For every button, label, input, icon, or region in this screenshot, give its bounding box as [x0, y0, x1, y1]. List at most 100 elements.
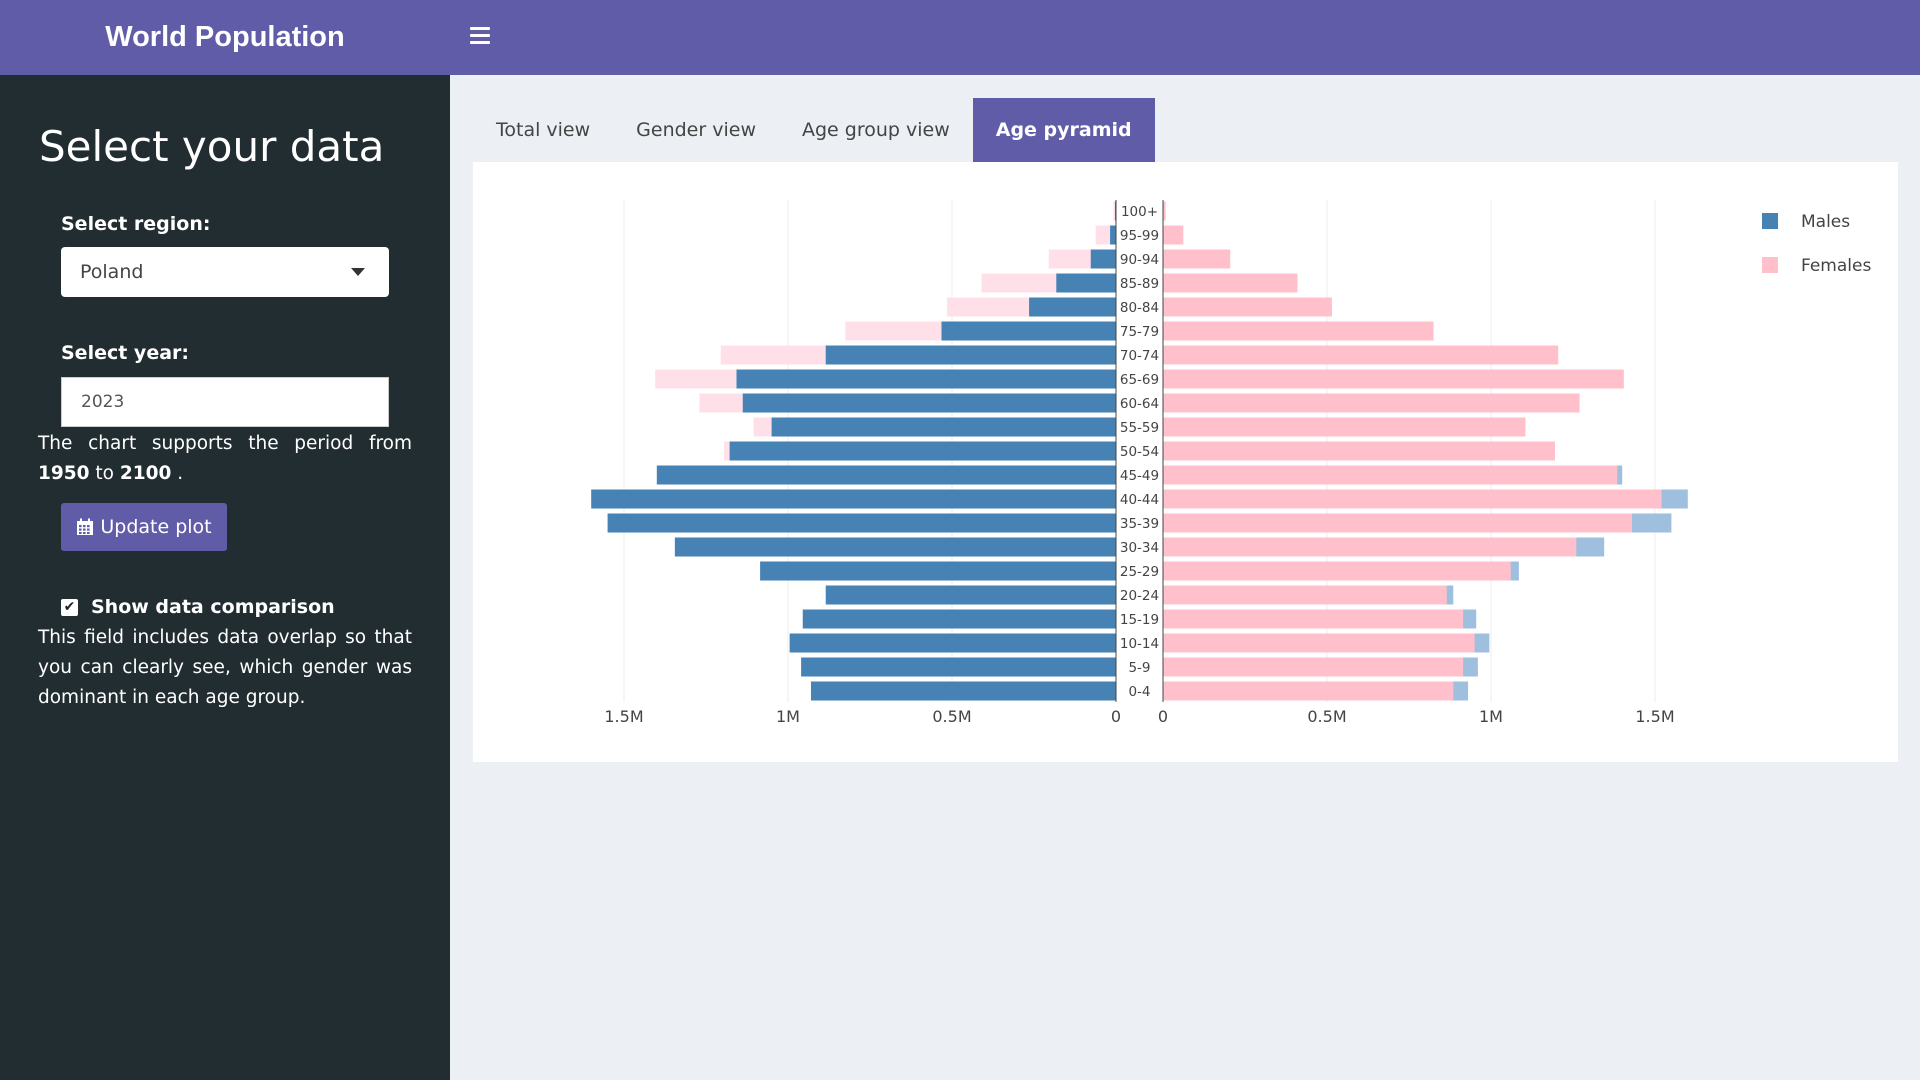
- tab-gender-view[interactable]: Gender view: [613, 98, 779, 162]
- age-label: 15-19: [1120, 612, 1159, 628]
- update-plot-button[interactable]: Update plot: [61, 503, 227, 551]
- female-bar: [1163, 345, 1559, 365]
- chart-panel: 0-4 5-9 10-14 15-19 20-24 25-29 30-34 35-39 40-4…: [473, 162, 1898, 762]
- female-bar: [1163, 225, 1184, 245]
- age-label: 100+: [1121, 204, 1158, 220]
- tab-total-view[interactable]: Total view: [473, 98, 613, 162]
- x-tick-label: 1.5M: [604, 707, 643, 726]
- female-bar: [1163, 393, 1580, 413]
- female-bar: [1163, 633, 1475, 653]
- male-bar: [760, 561, 1116, 581]
- sidebar-heading: Select your data: [39, 122, 385, 171]
- tab-age-group-view[interactable]: Age group view: [779, 98, 973, 162]
- age-label: 20-24: [1120, 588, 1159, 604]
- male-bar: [825, 585, 1116, 605]
- age-label: 35-39: [1120, 516, 1159, 532]
- male-bar: [674, 537, 1116, 557]
- male-bar: [1110, 225, 1116, 245]
- year-input[interactable]: [61, 377, 389, 427]
- female-bar: [1163, 273, 1298, 293]
- age-label: 40-44: [1120, 492, 1159, 508]
- age-label: 95-99: [1120, 228, 1159, 244]
- female-bar: [1163, 537, 1577, 557]
- app-root: World Population Select your data Select…: [0, 0, 1920, 1080]
- region-select-value: Poland: [80, 261, 144, 283]
- male-bar: [789, 633, 1116, 653]
- legend-label: Females: [1801, 256, 1871, 276]
- period-info-text: The chart supports the period from 1950 …: [38, 429, 412, 489]
- age-label: 65-69: [1120, 372, 1159, 388]
- age-label: 60-64: [1120, 396, 1159, 412]
- x-tick-label: 0: [1111, 707, 1121, 726]
- age-label: 45-49: [1120, 468, 1159, 484]
- female-bar: [1163, 369, 1624, 389]
- age-label: 80-84: [1120, 300, 1159, 316]
- legend-label: Males: [1801, 212, 1850, 232]
- caret-down-icon: [351, 268, 365, 276]
- female-bar: [1163, 561, 1511, 581]
- region-select[interactable]: Poland: [61, 247, 389, 297]
- age-label: 85-89: [1120, 276, 1159, 292]
- female-bar: [1163, 441, 1555, 461]
- tab-age-pyramid[interactable]: Age pyramid: [972, 98, 1155, 162]
- legend-swatch: [1762, 257, 1778, 273]
- female-bar: [1163, 465, 1618, 485]
- male-bar: [729, 441, 1116, 461]
- age-label: 0-4: [1128, 684, 1150, 700]
- x-tick-label: 1M: [1479, 707, 1503, 726]
- age-label: 10-14: [1120, 636, 1159, 652]
- female-bar: [1163, 417, 1526, 437]
- calendar-icon: [77, 518, 94, 535]
- legend-swatch: [1762, 213, 1778, 229]
- compare-label: Show data comparison: [91, 596, 335, 618]
- x-tick-label: 0.5M: [1307, 707, 1346, 726]
- male-bar: [736, 369, 1116, 389]
- period-end: 2100: [119, 463, 172, 484]
- compare-toggle[interactable]: ✔ Show data comparison: [61, 596, 335, 618]
- sidebar: World Population Select your data Select…: [0, 0, 450, 1080]
- female-bar: [1163, 657, 1464, 677]
- app-title: World Population: [0, 0, 450, 75]
- female-bar: [1163, 585, 1447, 605]
- age-label: 90-94: [1120, 252, 1159, 268]
- age-label: 75-79: [1120, 324, 1159, 340]
- age-label: 5-9: [1128, 660, 1150, 676]
- compare-checkbox[interactable]: ✔: [61, 598, 78, 616]
- age-label: 25-29: [1120, 564, 1159, 580]
- update-plot-label: Update plot: [100, 516, 212, 538]
- male-bar: [1056, 273, 1116, 293]
- male-bar: [656, 465, 1116, 485]
- period-prefix: The chart supports the period from: [38, 433, 412, 454]
- male-bar: [825, 345, 1116, 365]
- age-label: 55-59: [1120, 420, 1159, 436]
- male-bar: [591, 489, 1116, 509]
- x-tick-label: 0.5M: [932, 707, 971, 726]
- period-suffix: .: [171, 463, 184, 484]
- female-bar: [1163, 489, 1662, 509]
- male-bar: [941, 321, 1116, 341]
- male-bar: [1029, 297, 1116, 317]
- compare-description: This field includes data overlap so that…: [38, 627, 412, 708]
- male-bar: [607, 513, 1116, 533]
- age-label: 70-74: [1120, 348, 1159, 364]
- age-label: 30-34: [1120, 540, 1159, 556]
- male-bar: [810, 681, 1116, 701]
- male-bar: [801, 657, 1116, 677]
- menu-toggle-icon[interactable]: [470, 27, 490, 47]
- female-bar: [1163, 321, 1434, 341]
- female-bar: [1163, 249, 1231, 269]
- year-label: Select year:: [61, 342, 189, 364]
- female-bar: [1163, 681, 1454, 701]
- x-tick-label: 1.5M: [1635, 707, 1674, 726]
- age-pyramid-chart: 0-4 5-9 10-14 15-19 20-24 25-29 30-34 35-39 40-4…: [591, 200, 1871, 726]
- x-tick-label: 1M: [776, 707, 800, 726]
- female-bar: [1163, 513, 1633, 533]
- male-bar: [1090, 249, 1116, 269]
- male-bar: [771, 417, 1116, 437]
- period-start: 1950: [38, 463, 90, 484]
- age-label: 50-54: [1120, 444, 1159, 460]
- top-header: [450, 0, 1920, 75]
- female-bar: [1163, 609, 1464, 629]
- x-tick-label: 0: [1158, 707, 1168, 726]
- period-mid: to: [89, 463, 120, 484]
